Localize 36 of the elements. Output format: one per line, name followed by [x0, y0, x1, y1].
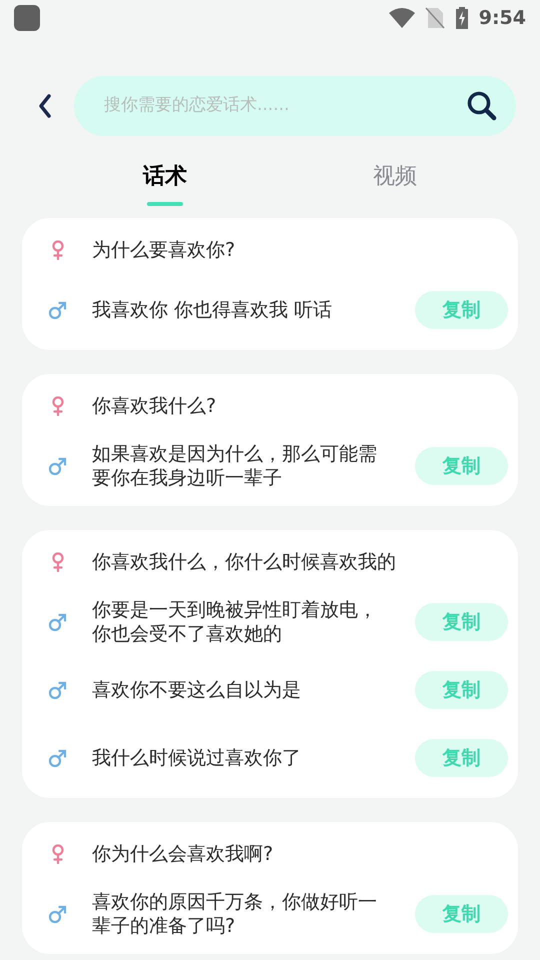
question-text: 你喜欢我什么?: [92, 394, 216, 419]
tab[interactable]: 视频: [280, 160, 510, 204]
copy-button[interactable]: 复制: [415, 671, 508, 709]
tab[interactable]: 话术: [50, 160, 280, 204]
app-notification-icon: [14, 5, 40, 31]
female-symbol-icon: [51, 240, 65, 260]
search-input[interactable]: 搜你需要的恋爱话术......: [104, 93, 466, 119]
question-text: 你为什么会喜欢我啊?: [92, 842, 274, 867]
copy-button[interactable]: 复制: [415, 447, 508, 485]
no-sim-icon: [424, 7, 445, 29]
wifi-icon: [388, 8, 415, 28]
battery-charging-icon: [454, 7, 469, 29]
question-text: 为什么要喜欢你?: [92, 238, 236, 263]
clock-time: 9:54: [478, 6, 526, 31]
female-symbol-icon: [51, 396, 65, 416]
question-text: 你喜欢我什么，你什么时候喜欢我的: [92, 550, 396, 575]
copy-button[interactable]: 复制: [415, 739, 508, 777]
copy-button[interactable]: 复制: [415, 895, 508, 933]
male-symbol-icon: [48, 456, 68, 476]
copy-button[interactable]: 复制: [415, 603, 508, 641]
answer-text: 我什么时候说过喜欢你了: [92, 746, 302, 770]
male-symbol-icon: [48, 680, 68, 700]
answer-text: 如果喜欢是因为什么，那么可能需要你在我身边听一辈子: [92, 442, 378, 490]
male-symbol-icon: [48, 748, 68, 768]
answer-text: 你要是一天到晚被异性盯着放电，你也会受不了喜欢她的: [92, 598, 378, 646]
male-symbol-icon: [48, 612, 68, 632]
answer-text: 喜欢你的原因千万条，你做好听一辈子的准备了吗?: [92, 890, 378, 938]
answer-text: 我喜欢你 你也得喜欢我 听话: [92, 298, 334, 322]
female-symbol-icon: [51, 552, 65, 572]
answer-text: 喜欢你不要这么自以为是: [92, 678, 302, 702]
search-icon[interactable]: [466, 90, 498, 122]
male-symbol-icon: [48, 300, 68, 320]
copy-button[interactable]: 复制: [415, 291, 508, 329]
search-field[interactable]: 搜你需要的恋爱话术......: [74, 76, 516, 136]
male-symbol-icon: [48, 904, 68, 924]
female-symbol-icon: [51, 844, 65, 864]
